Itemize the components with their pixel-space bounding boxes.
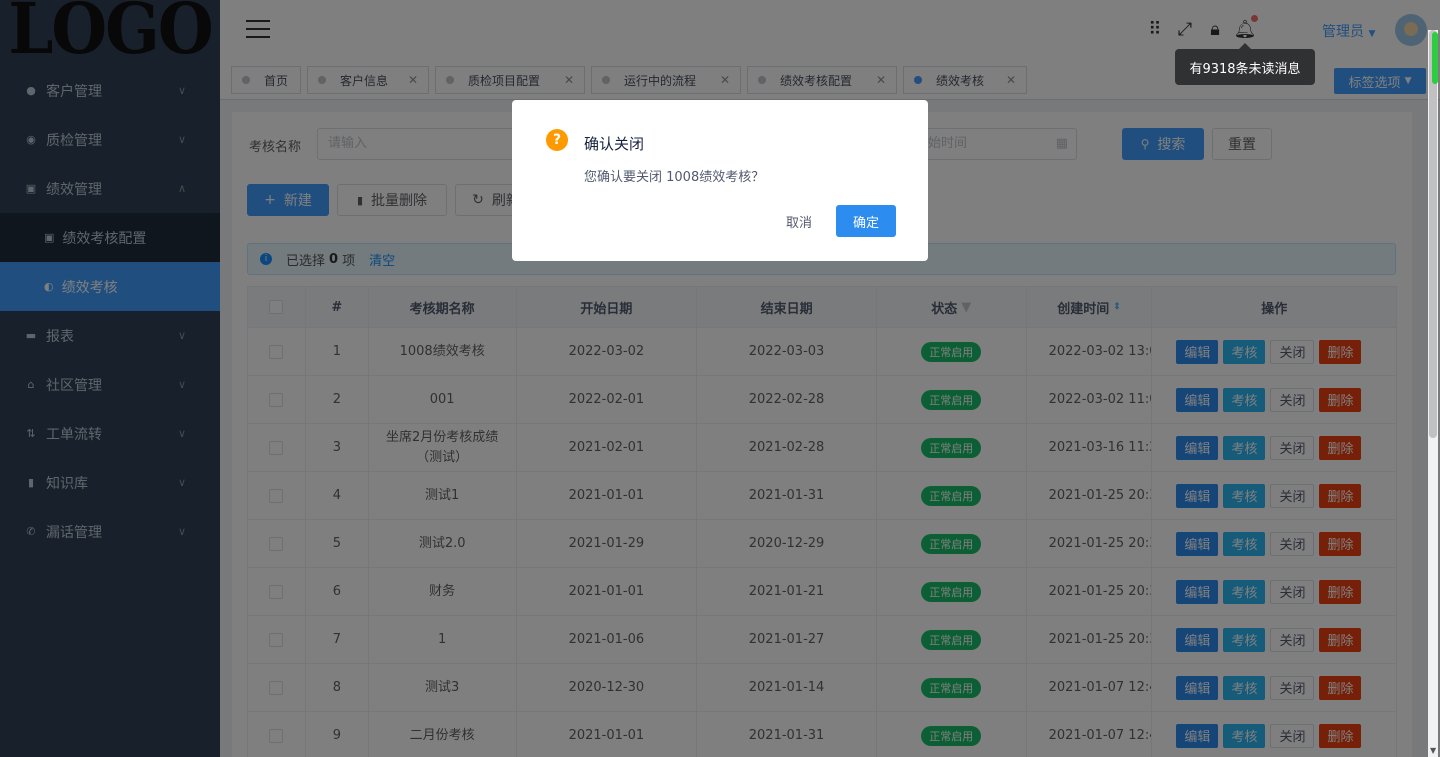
confirm-dialog: ? 确认关闭 您确认要关闭 1008绩效考核？ 取消 确定	[512, 100, 928, 261]
cancel-button[interactable]: 取消	[774, 205, 824, 237]
notification-tooltip: 有9318条未读消息	[1175, 43, 1315, 85]
dialog-message: 您确认要关闭 1008绩效考核？	[584, 170, 765, 185]
vertical-scrollbar[interactable]: ▼	[1428, 30, 1438, 757]
scroll-indicator	[1432, 32, 1438, 84]
confirm-button[interactable]: 确定	[836, 205, 896, 237]
scrollbar-thumb[interactable]	[1429, 30, 1437, 438]
question-icon: ?	[546, 129, 568, 151]
tooltip-text: 有9318条未读消息	[1189, 61, 1301, 77]
scroll-down-icon[interactable]: ▼	[1430, 746, 1436, 755]
dialog-title: 确认关闭	[584, 135, 645, 153]
